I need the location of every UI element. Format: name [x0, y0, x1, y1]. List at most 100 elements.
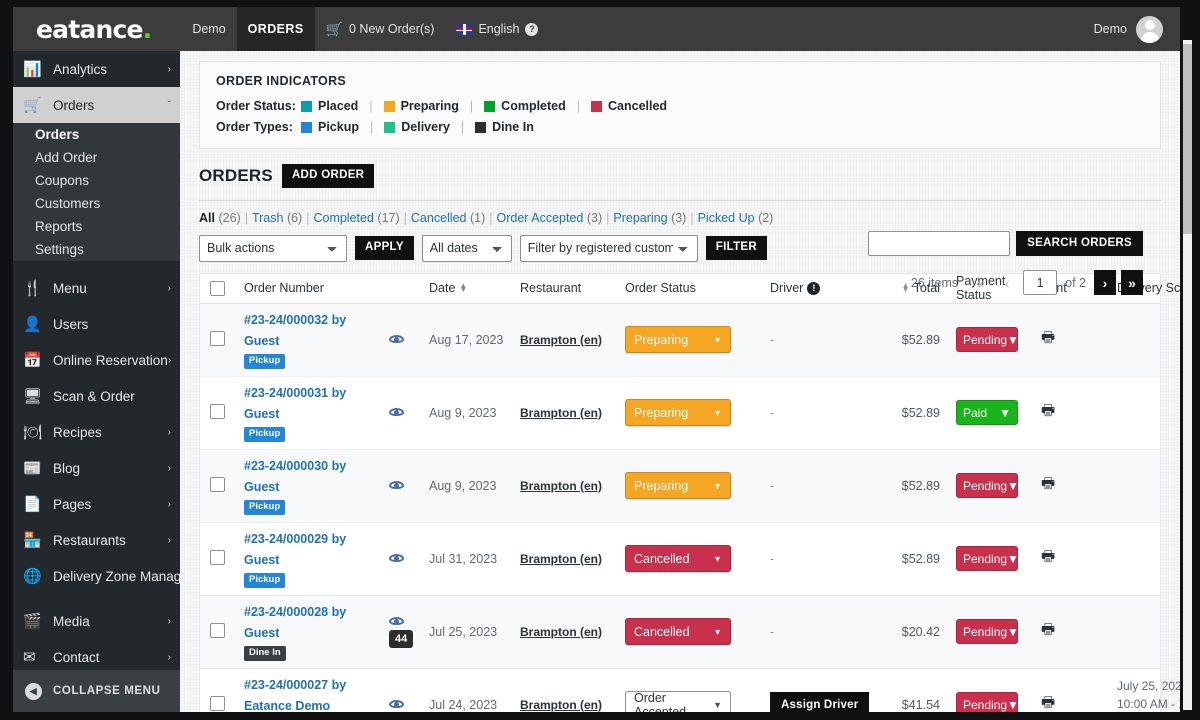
payment-status-select[interactable]: Pending ▼: [956, 327, 1019, 352]
restaurant-link[interactable]: Brampton (en): [520, 625, 602, 639]
sidebar-subitem-reports[interactable]: Reports: [13, 215, 180, 238]
add-order-button[interactable]: ADD ORDER: [281, 164, 375, 188]
order-status-select[interactable]: Order Accepted ▼: [625, 691, 731, 712]
date-filter-select[interactable]: All dates: [421, 234, 512, 262]
order-customer[interactable]: Guest: [244, 623, 389, 644]
view-filter-cancelled[interactable]: Cancelled (1): [411, 211, 485, 225]
view-filter-order-accepted[interactable]: Order Accepted (3): [497, 211, 603, 225]
restaurant-link[interactable]: Brampton (en): [520, 406, 602, 420]
sidebar-item-blog[interactable]: 📰 Blog ›: [13, 450, 180, 486]
row-checkbox[interactable]: [210, 695, 225, 711]
view-filter-trash[interactable]: Trash (6): [252, 211, 302, 225]
pagination-current-page[interactable]: [1023, 270, 1058, 295]
eye-icon[interactable]: [389, 334, 404, 344]
pagination-next[interactable]: ›: [1094, 270, 1116, 295]
pagination-last[interactable]: »: [1121, 270, 1143, 295]
payment-status-select[interactable]: Pending ▼: [956, 692, 1019, 712]
payment-status-select[interactable]: Pending ▼: [956, 619, 1019, 644]
order-number[interactable]: #23-24/000032 by: [244, 310, 389, 331]
order-customer[interactable]: Guest: [244, 404, 389, 425]
order-number[interactable]: #23-24/000027 by: [244, 675, 389, 696]
column-date[interactable]: Date ▲ ▼: [429, 281, 520, 295]
order-customer[interactable]: Guest: [244, 550, 389, 571]
media-icon: 🎬: [23, 613, 42, 630]
restaurant-link[interactable]: Brampton (en): [520, 552, 602, 566]
select-all-checkbox[interactable]: [210, 280, 225, 296]
sidebar-item-online-reservation[interactable]: 📅 Online Reservation ›: [13, 342, 180, 378]
bulk-actions-select[interactable]: Bulk actions: [199, 234, 347, 262]
sidebar-subitem-add-order[interactable]: Add Order: [13, 146, 180, 169]
sidebar-item-scan-and-order[interactable]: 🖥 Scan & Order: [13, 378, 180, 414]
print-icon[interactable]: 🖶: [1041, 548, 1055, 565]
view-filter-all[interactable]: All (26): [199, 211, 241, 225]
row-checkbox[interactable]: [210, 549, 225, 565]
adminbar-orders[interactable]: ORDERS: [236, 7, 315, 51]
order-status-select[interactable]: Preparing ▼: [625, 326, 731, 353]
adminbar-demo[interactable]: Demo: [181, 7, 236, 51]
customer-filter-select[interactable]: Filter by registered customer: [519, 234, 698, 262]
row-checkbox[interactable]: [210, 330, 225, 346]
vertical-scrollbar-thumb[interactable]: [1183, 44, 1192, 234]
sidebar-item-analytics[interactable]: 📊 Analytics ›: [13, 51, 180, 87]
print-icon[interactable]: 🖶: [1041, 402, 1055, 419]
row-checkbox[interactable]: [210, 622, 225, 638]
sidebar-item-pages[interactable]: 📄 Pages ›: [13, 486, 180, 522]
filter-button[interactable]: FILTER: [705, 236, 767, 260]
sidebar-subitem-coupons[interactable]: Coupons: [13, 169, 180, 192]
restaurant-link[interactable]: Brampton (en): [520, 479, 602, 493]
apply-button[interactable]: APPLY: [355, 236, 414, 260]
print-icon[interactable]: 🖶: [1041, 475, 1055, 492]
view-filter-picked-up[interactable]: Picked Up (2): [698, 211, 774, 225]
restaurant-link[interactable]: Brampton (en): [520, 698, 602, 712]
sidebar-item-orders[interactable]: 🛒 Orders ˇ: [13, 87, 180, 123]
sidebar-item-restaurants[interactable]: 🏪 Restaurants ›: [13, 522, 180, 558]
order-status-select[interactable]: Cancelled ▼: [625, 618, 731, 645]
row-checkbox[interactable]: [210, 403, 225, 419]
payment-status-select[interactable]: Pending ▼: [956, 546, 1019, 571]
eye-icon[interactable]: [389, 699, 404, 709]
order-number[interactable]: #23-24/000029 by: [244, 529, 389, 550]
collapse-menu-button[interactable]: ◀ COLLAPSE MENU: [13, 670, 180, 712]
sidebar-subitem-orders[interactable]: Orders: [13, 123, 180, 146]
print-icon[interactable]: 🖶: [1041, 329, 1055, 346]
eye-icon[interactable]: [389, 553, 404, 563]
view-filter-preparing[interactable]: Preparing (3): [613, 211, 686, 225]
order-customer[interactable]: Guest: [244, 331, 389, 352]
sidebar-item-menu[interactable]: 🍴 Menu ›: [13, 270, 180, 306]
info-icon[interactable]: !: [807, 281, 821, 295]
sidebar-item-recipes[interactable]: 🍽 Recipes ›: [13, 414, 180, 450]
sidebar-item-users[interactable]: 👤 Users: [13, 306, 180, 342]
order-customer[interactable]: Eatance Demo: [244, 696, 389, 712]
sidebar-subitem-customers[interactable]: Customers: [13, 192, 180, 215]
order-customer[interactable]: Guest: [244, 477, 389, 498]
search-orders-button[interactable]: SEARCH ORDERS: [1016, 231, 1143, 256]
view-filter-completed[interactable]: Completed (17): [313, 211, 399, 225]
pagination-prev[interactable]: ‹: [996, 270, 1018, 295]
help-icon[interactable]: ?: [525, 22, 539, 36]
payment-status-select[interactable]: Paid ▼: [956, 400, 1018, 425]
adminbar-new-orders[interactable]: 🛒 0 New Order(s): [315, 7, 446, 51]
print-icon[interactable]: 🖶: [1041, 621, 1055, 638]
row-checkbox[interactable]: [210, 476, 225, 492]
order-number[interactable]: #23-24/000030 by: [244, 456, 389, 477]
order-status-select[interactable]: Preparing ▼: [625, 472, 731, 499]
order-status-select[interactable]: Preparing ▼: [625, 399, 731, 426]
eye-icon[interactable]: [389, 407, 404, 417]
search-input[interactable]: [868, 231, 1011, 256]
order-status-select[interactable]: Cancelled ▼: [625, 545, 731, 572]
sidebar-subitem-settings[interactable]: Settings: [13, 238, 180, 261]
eye-icon[interactable]: [389, 480, 404, 490]
restaurant-link[interactable]: Brampton (en): [520, 333, 602, 347]
sidebar-item-media[interactable]: 🎬 Media ›: [13, 603, 180, 639]
pagination-first[interactable]: «: [969, 270, 991, 295]
assign-driver-button[interactable]: Assign Driver: [770, 691, 870, 712]
print-icon[interactable]: 🖶: [1041, 694, 1055, 711]
order-number[interactable]: #23-24/000031 by: [244, 383, 389, 404]
eye-icon[interactable]: [389, 616, 404, 626]
adminbar-account[interactable]: Demo: [1094, 15, 1180, 43]
sidebar-item-delivery-zone-manager[interactable]: 🌐 Delivery Zone Manager ›: [13, 558, 180, 594]
brand-logo[interactable]: eatance.: [36, 15, 152, 44]
payment-status-select[interactable]: Pending ▼: [956, 473, 1019, 498]
adminbar-language[interactable]: English ?: [445, 7, 549, 51]
order-number[interactable]: #23-24/000028 by: [244, 602, 389, 623]
